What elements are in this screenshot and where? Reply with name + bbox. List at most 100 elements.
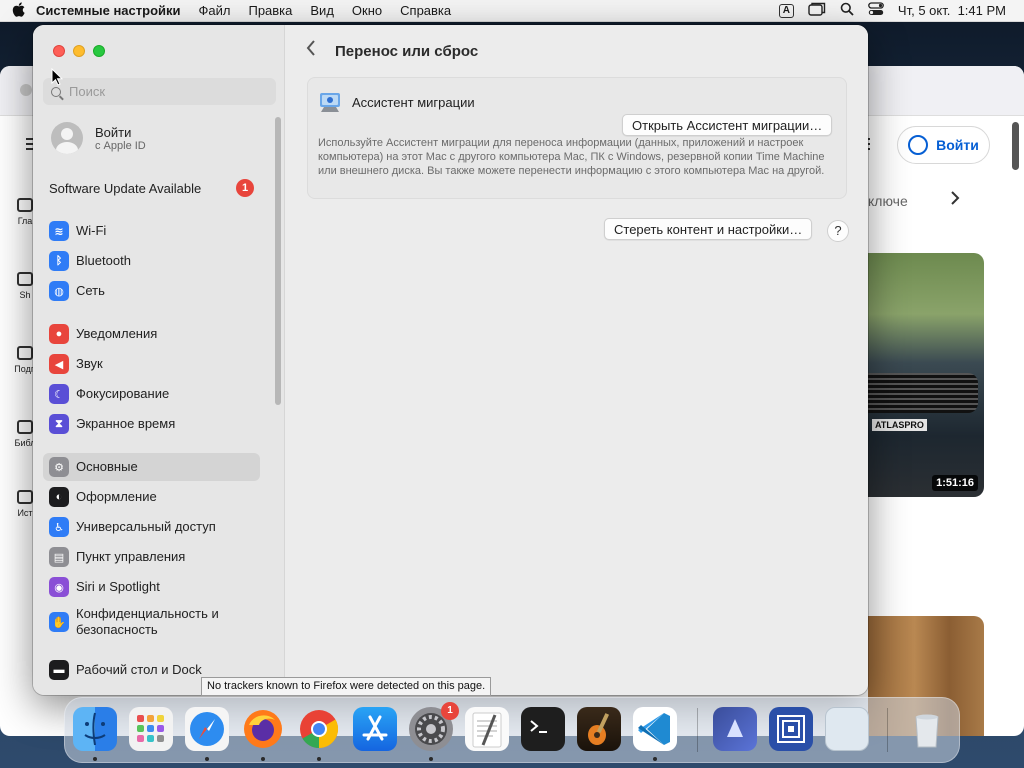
firefox-icon[interactable] — [241, 707, 285, 751]
migration-title: Ассистент миграции — [352, 94, 475, 110]
settings-sidebar: Войти с Apple ID Software Update Availab… — [33, 25, 285, 695]
car-grille-image — [868, 373, 978, 413]
sidebar-item-label: Siri и Spotlight — [76, 579, 160, 594]
menubar-clock[interactable]: Чт, 5 окт. 1:41 PM — [898, 3, 1006, 18]
finder-icon[interactable] — [73, 707, 117, 751]
sidebar-item-appearance[interactable]: ◐ Оформление — [43, 483, 260, 511]
menu-view[interactable]: Вид — [310, 3, 334, 18]
garageband-icon[interactable] — [577, 707, 621, 751]
sidebar-item-label: Фокусирование — [76, 386, 170, 401]
migration-assistant-icon — [318, 90, 342, 114]
sidebar-item-label: Конфиденциальность и безопасность — [76, 606, 219, 637]
menu-bar: Системные настройки Файл Правка Вид Окно… — [0, 0, 1024, 22]
search-input[interactable] — [69, 84, 259, 99]
help-button[interactable]: ? — [827, 220, 849, 242]
sidebar-scrollbar[interactable] — [275, 117, 281, 405]
close-window-button[interactable] — [53, 45, 65, 57]
hourglass-icon: ⧗ — [49, 414, 69, 434]
sidebar-item-control-center[interactable]: ▤ Пункт управления — [43, 543, 260, 571]
migration-card: Ассистент миграции Открыть Ассистент миг… — [307, 77, 847, 199]
bluetooth-icon: ᛒ — [49, 251, 69, 271]
sidebar-item-label: Уведомления — [76, 326, 158, 341]
settings-dock-badge: 1 — [441, 702, 459, 720]
appearance-icon: ◐ — [49, 487, 69, 507]
zoom-window-button[interactable] — [93, 45, 105, 57]
bell-icon: ● — [49, 324, 69, 344]
chrome-icon[interactable] — [297, 707, 341, 751]
shorts-icon — [17, 272, 33, 286]
video-thumbnail[interactable]: ATLASPRO 1:51:16 — [868, 253, 984, 497]
sidebar-item-label: Bluetooth — [76, 253, 131, 268]
blank-window-icon[interactable] — [825, 707, 869, 751]
trash-icon[interactable] — [905, 707, 949, 751]
subscriptions-icon — [17, 346, 33, 360]
apple-menu-icon[interactable] — [0, 1, 36, 20]
minimize-window-button[interactable] — [73, 45, 85, 57]
wifi-icon: ≋ — [49, 221, 69, 241]
sidebar-item-label: Основные — [76, 459, 138, 474]
running-indicator — [93, 757, 97, 761]
launchpad-icon[interactable] — [129, 707, 173, 751]
sidebar-item-label: Универсальный доступ — [76, 519, 216, 534]
sidebar-item-moon[interactable]: ☾ Фокусирование — [43, 380, 260, 408]
app-store-icon[interactable] — [353, 707, 397, 751]
chevron-right-icon[interactable] — [950, 190, 960, 211]
yt-filter-chip[interactable]: ключе — [868, 193, 908, 209]
dock-separator — [697, 708, 698, 752]
page-title: Перенос или сброс — [335, 43, 479, 60]
sidebar-item-label: Оформление — [76, 489, 157, 504]
speaker-icon: ◀ — [49, 354, 69, 374]
sidebar-item-label: Wi-Fi — [76, 223, 107, 238]
dock: 1 — [64, 697, 960, 763]
sidebar-item-label: Пункт управления — [76, 549, 186, 564]
settings-search[interactable] — [43, 78, 276, 105]
sidebar-item-speaker[interactable]: ◀ Звук — [43, 350, 260, 378]
siri-icon: ◉ — [49, 577, 69, 597]
control-center-menubar-icon[interactable] — [868, 2, 884, 19]
sidebar-item-gear[interactable]: ⚙ Основные — [43, 453, 260, 481]
menu-app-name[interactable]: Системные настройки — [36, 3, 181, 18]
software-update-item[interactable]: Software Update Available — [49, 181, 201, 196]
sidebar-item-bluetooth[interactable]: ᛒ Bluetooth — [43, 247, 260, 275]
avatar — [51, 122, 83, 154]
hand-icon: ✋ — [49, 612, 69, 632]
app-folder-icon[interactable] — [713, 707, 757, 751]
sidebar-item-hand[interactable]: ✋ Конфиденциальность и безопасность — [43, 605, 260, 639]
screen-sharing-icon[interactable] — [769, 707, 813, 751]
sidebar-item-label: Рабочий стол и Dock — [76, 662, 202, 677]
running-indicator — [429, 757, 433, 761]
browser-window-control-icon[interactable] — [20, 84, 32, 96]
apple-id-signin[interactable]: Войти с Apple ID — [51, 122, 146, 154]
terminal-icon[interactable] — [521, 707, 565, 751]
input-source-icon[interactable]: A — [778, 3, 794, 18]
menu-help[interactable]: Справка — [400, 3, 451, 18]
account-subtitle: с Apple ID — [95, 139, 146, 152]
history-icon — [17, 490, 33, 504]
menu-file[interactable]: Файл — [199, 3, 231, 18]
textedit-icon[interactable] — [465, 707, 509, 751]
migration-description: Используйте Ассистент миграции для перен… — [318, 137, 825, 177]
dock-icon: ▬ — [49, 660, 69, 680]
sidebar-item-bell[interactable]: ● Уведомления — [43, 320, 260, 348]
safari-icon[interactable] — [185, 707, 229, 751]
menu-window[interactable]: Окно — [352, 3, 382, 18]
menu-edit[interactable]: Правка — [248, 3, 292, 18]
browser-scrollbar[interactable] — [1012, 122, 1019, 170]
sidebar-item-hourglass[interactable]: ⧗ Экранное время — [43, 410, 260, 438]
running-indicator — [317, 757, 321, 761]
control-center-icon: ▤ — [49, 547, 69, 567]
sidebar-item-wifi[interactable]: ≋ Wi-Fi — [43, 217, 260, 245]
system-settings-window: Войти с Apple ID Software Update Availab… — [33, 25, 868, 695]
sidebar-item-siri[interactable]: ◉ Siri и Spotlight — [43, 573, 260, 601]
open-migration-assistant-button[interactable]: Открыть Ассистент миграции… — [622, 114, 833, 136]
yt-login-button[interactable]: Войти — [897, 126, 990, 164]
firefox-tracker-tooltip: No trackers known to Firefox were detect… — [201, 677, 492, 696]
back-chevron-icon[interactable] — [305, 39, 317, 63]
sidebar-item-accessibility[interactable]: ♿ Универсальный доступ — [43, 513, 260, 541]
vscode-icon[interactable] — [633, 707, 677, 751]
spotlight-search-icon[interactable] — [840, 2, 854, 19]
library-icon — [17, 420, 33, 434]
sidebar-item-globe[interactable]: ◍ Сеть — [43, 277, 260, 305]
window-switcher-icon[interactable] — [808, 2, 826, 19]
erase-content-button[interactable]: Стереть контент и настройки… — [604, 218, 813, 240]
